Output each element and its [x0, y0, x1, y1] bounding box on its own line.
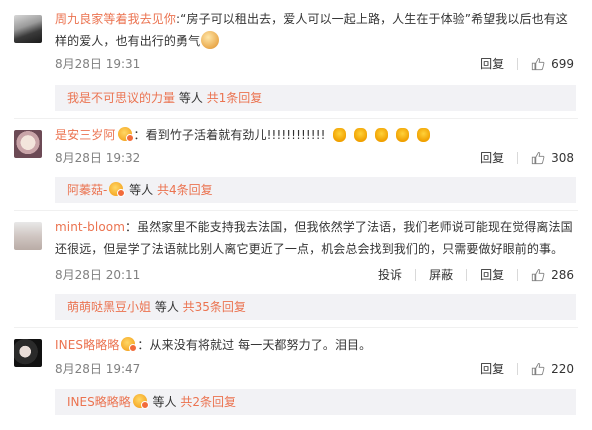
comment-body: ：虽然家里不能支持我去法国，但我依然学了法语，我们老师说可能现在觉得离法国还很远… — [55, 220, 573, 256]
member-badge-icon — [132, 394, 149, 409]
divider — [517, 151, 519, 164]
comment-text: 周九良家等着我去见你:“房子可以租出去，爱人可以一起上路，人生在于体验”希望我以… — [55, 8, 575, 52]
member-badge-icon — [117, 127, 134, 142]
like-count: 699 — [551, 56, 574, 71]
reply-username[interactable]: 我是不可思议的力量 — [67, 91, 175, 105]
report-button[interactable]: 投诉 — [378, 266, 402, 283]
divider — [14, 327, 578, 328]
divider — [14, 118, 578, 119]
reply-username[interactable]: 阿蓁菇- — [67, 183, 107, 197]
comment-time: 8月28日 19:47 — [55, 362, 141, 376]
divider — [517, 57, 519, 70]
emoji-icon — [396, 128, 410, 142]
comment-username[interactable]: 周九良家等着我去见你 — [55, 12, 176, 26]
comment-time: 8月28日 20:11 — [55, 268, 141, 282]
comment-time: 8月28日 19:31 — [55, 57, 141, 71]
comment-actions: 回复 220 — [480, 360, 574, 377]
like-count: 220 — [551, 361, 574, 376]
thumbs-up-icon[interactable] — [531, 57, 545, 71]
emoji-icon — [354, 128, 368, 142]
comment-body: ：从来没有将就过 每一天都努力了。泪目。 — [137, 338, 372, 352]
comment-username[interactable]: mint-bloom — [55, 220, 125, 234]
reply-count-link[interactable]: 共1条回复 — [207, 91, 263, 105]
avatar[interactable] — [14, 339, 42, 367]
reply-button[interactable]: 回复 — [480, 266, 504, 283]
reply-summary[interactable]: 我是不可思议的力量 等人 共1条回复 — [55, 85, 576, 111]
block-button[interactable]: 屏蔽 — [429, 266, 453, 283]
reply-button[interactable]: 回复 — [480, 55, 504, 72]
comment-username[interactable]: INES略略略 — [55, 338, 119, 352]
comment-body: ：看到竹子活着就有劲儿!!!!!!!!!!!! — [133, 128, 326, 142]
reply-button[interactable]: 回复 — [480, 360, 504, 377]
divider — [517, 268, 519, 281]
reply-summary[interactable]: INES略略略 等人 共2条回复 — [55, 389, 576, 415]
reply-summary[interactable]: 萌萌哒黑豆小姐 等人 共35条回复 — [55, 294, 576, 320]
comment-text: mint-bloom：虽然家里不能支持我去法国，但我依然学了法语，我们老师说可能… — [55, 216, 575, 260]
divider — [415, 268, 417, 281]
reply-count-link[interactable]: 共35条回复 — [183, 300, 246, 314]
thumbs-up-icon[interactable] — [531, 268, 545, 282]
reply-button[interactable]: 回复 — [480, 149, 504, 166]
comment-text: INES略略略 ：从来没有将就过 每一天都努力了。泪目。 — [55, 334, 575, 356]
reply-username[interactable]: 萌萌哒黑豆小姐 — [67, 300, 151, 314]
avatar[interactable] — [14, 222, 42, 250]
member-badge-icon — [121, 337, 138, 352]
thumbs-up-icon[interactable] — [531, 151, 545, 165]
reply-count-link[interactable]: 共2条回复 — [180, 395, 236, 409]
emoji-icon — [417, 128, 431, 142]
member-badge-icon — [109, 182, 126, 197]
like-count: 286 — [551, 267, 574, 282]
comment-text: 是安三岁阿 ：看到竹子活着就有劲儿!!!!!!!!!!!! — [55, 124, 575, 146]
reply-username[interactable]: INES略略略 — [67, 395, 131, 409]
comment-time: 8月28日 19:32 — [55, 151, 141, 165]
reply-count-link[interactable]: 共4条回复 — [157, 183, 213, 197]
divider — [517, 362, 519, 375]
reply-summary[interactable]: 阿蓁菇- 等人 共4条回复 — [55, 177, 576, 203]
emoji-icon — [333, 128, 347, 142]
like-count: 308 — [551, 150, 574, 165]
avatar[interactable] — [14, 15, 42, 43]
divider — [14, 210, 578, 211]
reply-tail: 等人 — [151, 300, 183, 314]
comment-username[interactable]: 是安三岁阿 — [55, 128, 116, 142]
comment-actions: 回复 699 — [480, 55, 574, 72]
reply-tail: 等人 — [175, 91, 207, 105]
reply-tail: 等人 — [125, 183, 157, 197]
emoji-icon — [201, 31, 220, 49]
avatar[interactable] — [14, 130, 42, 158]
thumbs-up-icon[interactable] — [531, 362, 545, 376]
comment-actions: 回复 308 — [480, 149, 574, 166]
comment-actions: 投诉 屏蔽 回复 286 — [378, 266, 574, 283]
divider — [466, 268, 468, 281]
reply-tail: 等人 — [148, 395, 181, 409]
emoji-icon — [375, 128, 389, 142]
